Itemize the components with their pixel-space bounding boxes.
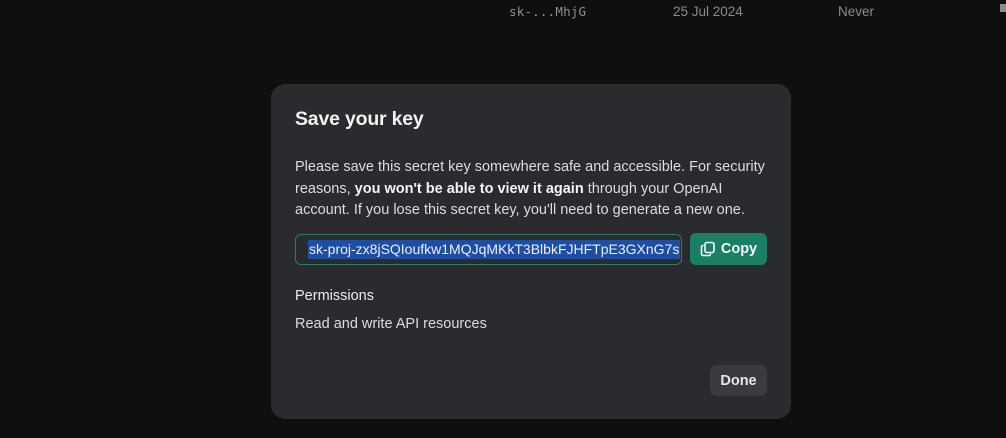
secret-key-field[interactable]: sk-proj-zx8jSQIoufkw1MQJqMKkT3BlbkFJHFTp… bbox=[295, 234, 682, 265]
save-key-dialog: Save your key Please save this secret ke… bbox=[271, 84, 791, 419]
api-key-table-row: sk-...MhjG 25 Jul 2024 Never bbox=[0, 4, 1006, 20]
row-edge-icon bbox=[1000, 4, 1006, 12]
api-key-masked: sk-...MhjG bbox=[509, 4, 587, 19]
dialog-title: Save your key bbox=[295, 108, 424, 130]
description-bold: you won't be able to view it again bbox=[354, 180, 584, 197]
secret-key-value[interactable]: sk-proj-zx8jSQIoufkw1MQJqMKkT3BlbkFJHFTp… bbox=[308, 240, 681, 259]
api-key-last-used: Never bbox=[838, 4, 875, 19]
done-button[interactable]: Done bbox=[710, 365, 767, 396]
permissions-value: Read and write API resources bbox=[295, 316, 487, 332]
copy-button[interactable]: Copy bbox=[690, 233, 767, 265]
copy-icon bbox=[700, 241, 716, 257]
api-key-created-date: 25 Jul 2024 bbox=[673, 4, 743, 19]
permissions-label: Permissions bbox=[295, 288, 374, 304]
copy-button-label: Copy bbox=[720, 241, 758, 257]
dialog-description: Please save this secret key somewhere sa… bbox=[295, 157, 767, 222]
